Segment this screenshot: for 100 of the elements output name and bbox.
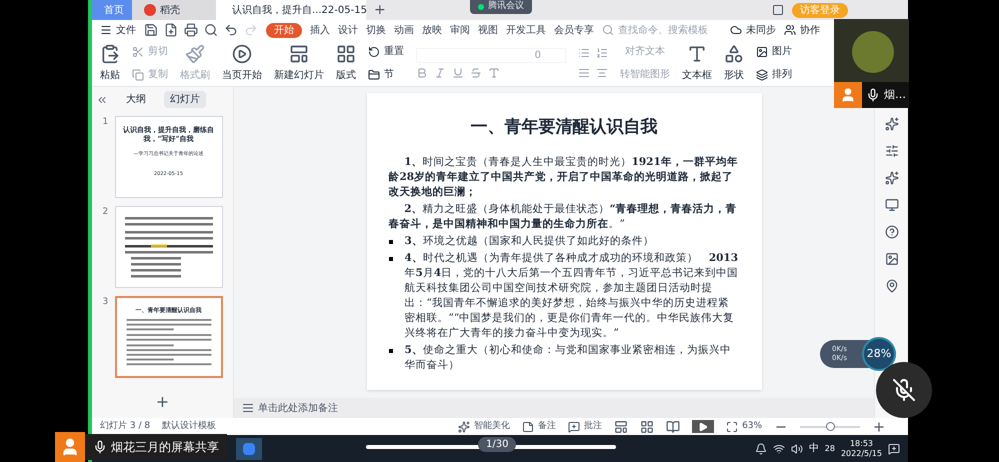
ribbon-tab[interactable]: 开始: [266, 22, 302, 38]
italic-icon[interactable]: [434, 66, 446, 78]
ribbon-tab[interactable]: 插入: [310, 22, 330, 38]
collaborate-button[interactable]: 协作: [784, 22, 820, 38]
document-tab[interactable]: 稻壳: [132, 0, 216, 20]
undo-icon[interactable]: [224, 23, 238, 37]
text-box-icon: [687, 44, 707, 64]
slide-number: 1: [102, 116, 110, 129]
zoom-in-icon[interactable]: [872, 420, 886, 434]
reading-view-icon[interactable]: [666, 420, 680, 434]
microphone-icon: [93, 440, 107, 454]
ribbon-tab[interactable]: 设计: [338, 22, 358, 38]
page-indicator: 1/30: [478, 437, 516, 452]
shape-button[interactable]: 形状: [724, 44, 744, 82]
zoom-slider-thumb[interactable]: [826, 422, 836, 430]
play-from-current-button[interactable]: 当页开始: [222, 44, 262, 82]
ribbon-tab[interactable]: 动画: [394, 22, 414, 38]
panel-tab[interactable]: 幻灯片: [164, 91, 206, 108]
note-icon: [522, 420, 534, 432]
ribbon-tab[interactable]: 放映: [422, 22, 442, 38]
slide-thumbnail[interactable]: [114, 206, 222, 288]
meeting-badge[interactable]: 腾讯会议: [470, 0, 532, 14]
ribbon-tab[interactable]: 开发工具: [506, 22, 546, 38]
normal-view-icon[interactable]: [614, 420, 628, 434]
network-icon[interactable]: [772, 442, 785, 454]
export-icon[interactable]: [164, 23, 178, 37]
numbered-list-icon[interactable]: [596, 47, 608, 59]
reset-button[interactable]: 重置: [368, 44, 404, 59]
app-icon[interactable]: [243, 442, 255, 454]
paste-button[interactable]: 粘贴: [100, 44, 120, 82]
beautify-button[interactable]: 智能美化: [458, 420, 510, 434]
document-tab[interactable]: 认识自我，提升自...22-05-15: [216, 0, 366, 20]
ribbon-tab[interactable]: 切换: [366, 22, 386, 38]
brush-icon: [185, 44, 205, 64]
ribbon-tab[interactable]: 会员专享: [554, 22, 594, 38]
add-slide-button[interactable]: +: [156, 394, 170, 410]
sync-status-button[interactable]: 未同步: [730, 22, 776, 38]
clipboard-icon: [100, 44, 120, 64]
ribbon-tab[interactable]: 视图: [478, 22, 498, 38]
cloud-icon: [730, 24, 742, 36]
preview-icon[interactable]: [204, 23, 218, 37]
grid-view-icon[interactable]: [640, 420, 654, 434]
new-slide-button[interactable]: 新建幻灯片: [274, 44, 324, 82]
text-box-button[interactable]: 文本框: [682, 44, 712, 82]
template-name: 默认设计模板: [162, 420, 216, 433]
section-button[interactable]: 节: [368, 67, 404, 82]
fit-icon: [726, 420, 738, 432]
layout-button[interactable]: 版式: [336, 44, 356, 82]
lines-icon: [242, 402, 254, 414]
align-left-icon[interactable]: [578, 67, 590, 79]
screen-icon[interactable]: [884, 198, 898, 212]
play-icon: [698, 422, 708, 432]
mute-button[interactable]: [876, 362, 932, 418]
screen-share-label: 烟花三月的屏幕共享: [85, 434, 227, 460]
command-search-field[interactable]: 查找命令、搜索模板: [602, 22, 708, 38]
slide-paragraph: 1、时间之宝贵（青春是人生中最宝贵的时光）1921年，一群平均年龄28岁的青年建立了中国共产党，开启了中国革命的光明道路，掀起了改天换地的巨澜；: [388, 154, 739, 200]
underline-icon[interactable]: [452, 66, 464, 78]
ribbon-tab[interactable]: 审阅: [450, 22, 470, 38]
slide-title: 一、青年要清醒认识自我: [470, 116, 658, 139]
slide-paragraph: 5、使命之重大（初心和使命：与党和国家事业紧密相连，为振兴中华而奋斗）: [404, 342, 732, 372]
volume-icon[interactable]: [790, 442, 803, 454]
avatar-icon: [840, 87, 856, 103]
input-method-indicator[interactable]: 中: [808, 441, 819, 456]
layout-icon: [336, 44, 356, 64]
align-center-icon[interactable]: [596, 67, 608, 79]
arrange-button[interactable]: 排列: [756, 67, 792, 82]
tray-icon[interactable]: [754, 442, 767, 454]
magic-icon[interactable]: [884, 117, 898, 131]
sliders-icon[interactable]: [884, 144, 898, 158]
slide-paragraph: 2、精力之旺盛（身体机能处于最佳状态）“青春理想，青春活力，青春奋斗，是中国精神和中国力量的生命力所在。”: [388, 202, 738, 232]
help-icon[interactable]: [884, 225, 898, 239]
people-icon: [784, 24, 796, 36]
slide-number: 3: [102, 296, 110, 309]
notes-button[interactable]: 备注: [522, 420, 556, 434]
notes-bar[interactable]: 单击此处添加备注: [234, 398, 874, 418]
video-photo-placeholder: [852, 31, 894, 73]
reset-icon: [368, 46, 380, 58]
bold-icon[interactable]: [416, 66, 428, 78]
save-icon[interactable]: [144, 23, 158, 37]
zoom-level-button[interactable]: 63%: [726, 420, 762, 434]
slide-paragraph: 3、环境之优越（国家和人民提供了如此好的条件）: [404, 234, 654, 248]
print-icon[interactable]: [184, 23, 198, 37]
file-menu[interactable]: 文件: [100, 22, 136, 38]
new-tab-button[interactable]: +: [366, 3, 394, 17]
clock-date: 2022/5/15: [840, 448, 882, 458]
shapes-icon: [724, 44, 744, 64]
comment-icon: [568, 420, 580, 432]
font-color-icon[interactable]: [488, 66, 500, 78]
new-slide-icon: [289, 44, 309, 64]
microphone-icon[interactable]: [866, 88, 880, 102]
location-icon[interactable]: [884, 279, 898, 293]
picture-button[interactable]: 图片: [756, 44, 792, 59]
picture-icon[interactable]: [884, 252, 898, 266]
tray-badge[interactable]: 28: [824, 442, 835, 454]
comments-button[interactable]: 批注: [568, 420, 602, 434]
copy-icon: [132, 68, 144, 80]
play-button[interactable]: [692, 420, 714, 433]
muted-microphone-icon: [892, 378, 916, 402]
strikethrough-icon[interactable]: [470, 66, 482, 78]
panel-tab[interactable]: 大纲: [120, 91, 152, 108]
